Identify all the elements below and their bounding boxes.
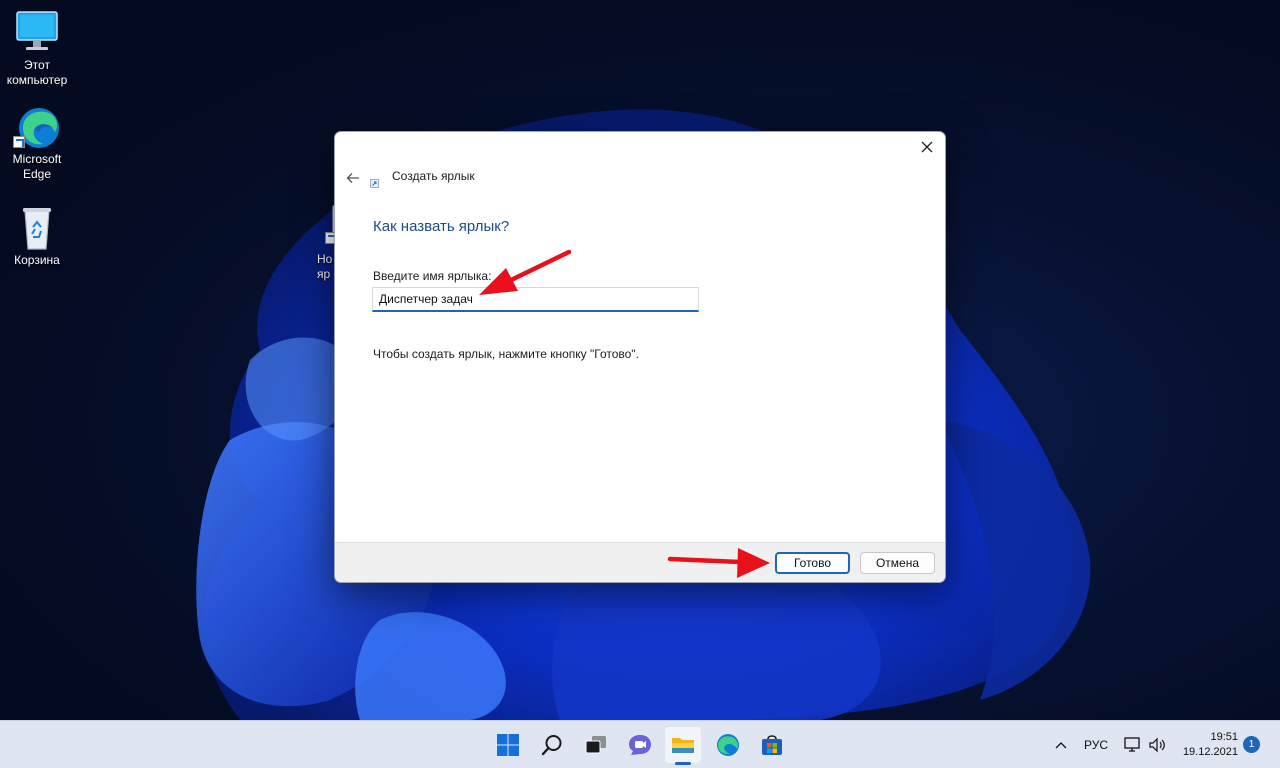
volume-button[interactable] bbox=[1146, 733, 1168, 757]
shortcut-name-label: Введите имя ярлыка: bbox=[373, 269, 492, 283]
desktop-icon-label: Microsoft Edge bbox=[12, 152, 62, 181]
close-icon bbox=[921, 141, 933, 153]
clock-time: 19:51 bbox=[1210, 731, 1238, 743]
desktop-icon-this-pc[interactable]: Этот компьютер bbox=[0, 10, 74, 88]
file-explorer-button[interactable] bbox=[665, 727, 701, 763]
search-icon bbox=[541, 735, 562, 756]
search-button[interactable] bbox=[534, 727, 570, 763]
done-button[interactable]: Готово bbox=[775, 552, 850, 574]
network-icon bbox=[1124, 737, 1140, 752]
desktop-icon-label: Корзина bbox=[14, 253, 60, 267]
edge-icon bbox=[13, 104, 61, 148]
desktop-icon-recycle-bin[interactable]: Корзина bbox=[0, 205, 74, 268]
dialog-footer: Готово Отмена bbox=[335, 542, 945, 582]
close-button[interactable] bbox=[913, 134, 941, 160]
teams-chat-icon bbox=[629, 735, 651, 755]
network-button[interactable] bbox=[1122, 733, 1144, 757]
dialog-title: Создать ярлык bbox=[392, 169, 475, 183]
shortcut-wizard-icon bbox=[370, 175, 379, 188]
shortcut-name-input[interactable] bbox=[372, 287, 699, 312]
back-button[interactable] bbox=[341, 168, 365, 188]
clock[interactable]: 19:51 19.12.2021 bbox=[1176, 730, 1238, 760]
active-app-indicator bbox=[675, 762, 691, 765]
start-button[interactable] bbox=[490, 727, 526, 763]
task-view-button[interactable] bbox=[578, 727, 614, 763]
speaker-icon bbox=[1149, 737, 1165, 753]
store-icon bbox=[762, 735, 782, 755]
taskbar: РУС 19:51 19.12.2021 bbox=[0, 720, 1280, 768]
finish-hint-text: Чтобы создать ярлык, нажмите кнопку "Гот… bbox=[373, 347, 639, 361]
store-button[interactable] bbox=[754, 727, 790, 763]
notification-badge[interactable]: 1 bbox=[1243, 736, 1260, 753]
folder-icon bbox=[672, 738, 694, 753]
edge-taskbar-button[interactable] bbox=[710, 727, 746, 763]
language-label: РУС bbox=[1083, 738, 1109, 752]
desktop-icon-label: Этот компьютер bbox=[6, 58, 68, 87]
chevron-up-icon bbox=[1055, 742, 1067, 749]
task-view-icon bbox=[585, 736, 606, 754]
back-arrow-icon bbox=[346, 173, 359, 183]
edge-icon bbox=[717, 734, 739, 756]
show-hidden-icons-button[interactable] bbox=[1050, 733, 1072, 757]
language-indicator[interactable]: РУС bbox=[1080, 733, 1112, 757]
desktop-icon-edge[interactable]: Microsoft Edge bbox=[0, 104, 74, 182]
dialog-heading: Как назвать ярлык? bbox=[373, 218, 510, 235]
chat-button[interactable] bbox=[622, 727, 658, 763]
windows-logo-icon bbox=[497, 734, 519, 756]
cancel-button[interactable]: Отмена bbox=[860, 552, 935, 574]
clock-date: 19.12.2021 bbox=[1182, 746, 1238, 758]
shortcut-arrow-icon bbox=[13, 136, 25, 148]
recycle-bin-icon bbox=[13, 205, 61, 250]
monitor-icon bbox=[13, 10, 61, 54]
create-shortcut-dialog: Создать ярлык Как назвать ярлык? Введите… bbox=[334, 131, 946, 583]
